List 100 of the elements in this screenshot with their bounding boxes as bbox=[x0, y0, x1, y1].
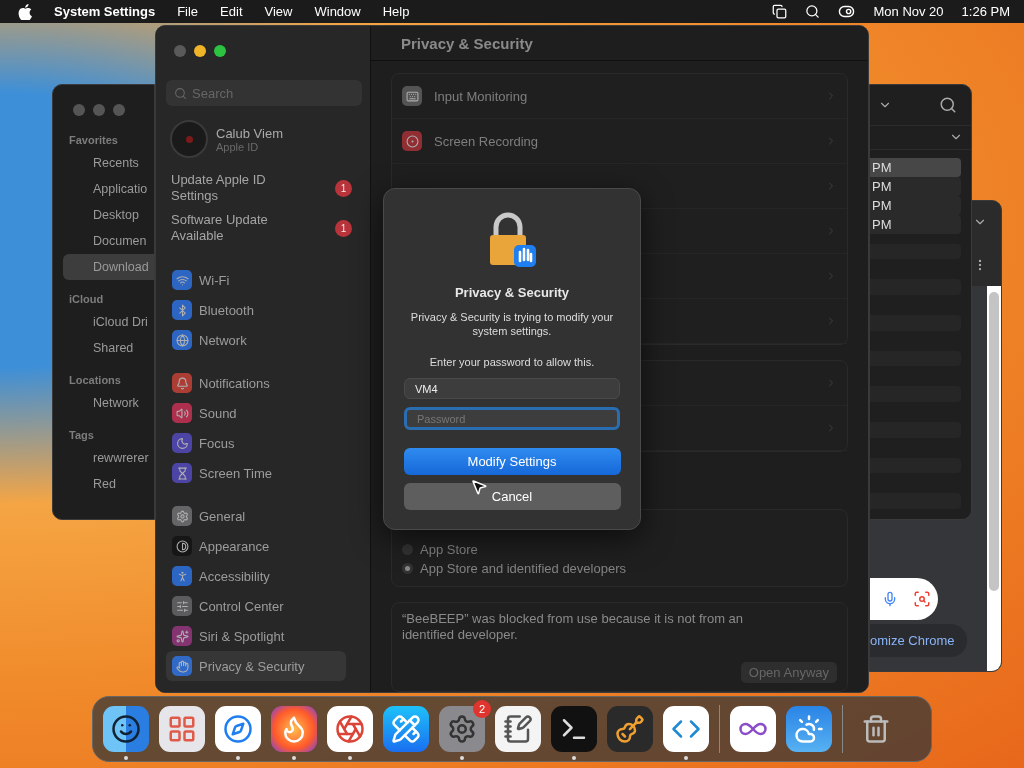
search-icon[interactable] bbox=[939, 95, 957, 114]
contrast-icon bbox=[172, 536, 192, 556]
hourglass-icon bbox=[172, 463, 192, 483]
overlapping-windows-icon[interactable] bbox=[772, 4, 788, 19]
username-field[interactable]: VM4 bbox=[404, 378, 620, 399]
radio-option[interactable]: App Store and identified developers bbox=[402, 559, 837, 578]
pencil-ruler-icon[interactable] bbox=[383, 706, 429, 752]
sidebar-item[interactable]: Sound bbox=[166, 398, 346, 428]
sidebar-item[interactable]: Privacy & Security bbox=[166, 651, 346, 681]
radio-button[interactable] bbox=[402, 563, 413, 574]
keyboard-icon bbox=[402, 86, 422, 106]
sidebar-item[interactable]: Notifications bbox=[166, 368, 346, 398]
menu-item[interactable]: Edit bbox=[220, 4, 243, 19]
globe-icon bbox=[172, 330, 192, 350]
sidebar-item[interactable]: Red bbox=[63, 471, 154, 497]
notification-badge: 2 bbox=[473, 700, 491, 718]
terminal-icon[interactable] bbox=[551, 706, 597, 752]
mouse-pointer-icon bbox=[470, 478, 488, 496]
bluetooth-icon bbox=[172, 300, 192, 320]
sidebar-heading: Favorites bbox=[68, 133, 119, 148]
sparkle-icon bbox=[172, 626, 192, 646]
wifi-icon bbox=[172, 270, 192, 290]
cloud-sun-icon[interactable] bbox=[786, 706, 832, 752]
menu-time[interactable]: 1:26 PM bbox=[961, 4, 1010, 19]
search-box[interactable] bbox=[870, 578, 938, 620]
radio-option[interactable]: App Store bbox=[402, 540, 837, 559]
sidebar-item[interactable]: Download bbox=[63, 254, 154, 280]
notification-badge: 1 bbox=[335, 219, 352, 237]
sidebar-heading: Tags bbox=[68, 428, 95, 443]
modify-settings-button[interactable]: Modify Settings bbox=[403, 448, 621, 475]
menu-item[interactable]: File bbox=[177, 4, 199, 19]
sidebar-item[interactable]: Control Center bbox=[166, 591, 346, 621]
app-grid-icon[interactable] bbox=[159, 706, 205, 752]
settings-row[interactable]: Input Monitoring bbox=[392, 74, 847, 119]
avatar bbox=[170, 120, 208, 158]
scrollbar-thumb[interactable] bbox=[989, 292, 999, 591]
customize-button[interactable]: omize Chrome bbox=[870, 624, 967, 657]
sidebar-heading: Locations bbox=[68, 373, 122, 388]
search-icon bbox=[174, 86, 187, 100]
notification-badge: 1 bbox=[335, 179, 352, 197]
search-icon[interactable] bbox=[805, 4, 821, 19]
sidebar-item[interactable]: rewwrerer bbox=[63, 445, 154, 471]
list-row[interactable]: PM bbox=[870, 195, 961, 215]
flame-icon[interactable] bbox=[271, 706, 317, 752]
bell-icon bbox=[172, 373, 192, 393]
sliders-icon bbox=[172, 596, 192, 616]
person-icon bbox=[172, 566, 192, 586]
infinity-icon[interactable] bbox=[730, 706, 776, 752]
dialog-title: Privacy & Security bbox=[454, 285, 570, 300]
record-icon bbox=[402, 131, 422, 151]
sidebar-item[interactable]: Siri & Spotlight bbox=[166, 621, 346, 651]
alert-item[interactable]: Update Apple ID Settings bbox=[171, 172, 291, 204]
list-row[interactable]: PM bbox=[870, 214, 961, 234]
sidebar-item[interactable]: Desktop bbox=[63, 202, 154, 228]
compass-icon[interactable] bbox=[215, 706, 261, 752]
sidebar-item[interactable]: Appearance bbox=[166, 531, 346, 561]
account-subtitle: Apple ID bbox=[216, 140, 260, 153]
dialog-prompt: Enter your password to allow this. bbox=[429, 355, 595, 369]
gear-icon[interactable] bbox=[439, 706, 485, 752]
hand-icon bbox=[172, 656, 192, 676]
cancel-button[interactable]: Cancel bbox=[403, 483, 621, 510]
alert-item[interactable]: Software Update Available bbox=[171, 212, 291, 244]
code-icon[interactable] bbox=[663, 706, 709, 752]
sidebar-item[interactable]: Bluetooth bbox=[166, 295, 346, 325]
app-menu[interactable]: System Settings bbox=[54, 4, 156, 19]
menu-date[interactable]: Mon Nov 20 bbox=[873, 4, 944, 19]
speaker-icon bbox=[172, 403, 192, 423]
settings-row[interactable]: Screen Recording bbox=[392, 119, 847, 164]
blocked-message: “BeeBEEP” was blocked from use because it is not from an identified developer. bbox=[402, 611, 745, 643]
notepad-icon[interactable] bbox=[495, 706, 541, 752]
password-field[interactable]: Password bbox=[404, 407, 620, 430]
list-row[interactable]: PM bbox=[870, 157, 961, 177]
menu-item[interactable]: Window bbox=[314, 4, 361, 19]
sidebar-item[interactable]: Accessibility bbox=[166, 561, 346, 591]
dialog-message: Privacy & Security is trying to modify your system settings. bbox=[409, 310, 615, 338]
moon-icon bbox=[172, 433, 192, 453]
sidebar-item[interactable]: General bbox=[166, 501, 346, 531]
sidebar-item[interactable]: Recents bbox=[63, 150, 154, 176]
sidebar-heading: iCloud bbox=[68, 292, 105, 307]
sidebar-item[interactable]: Network bbox=[63, 390, 154, 416]
aperture-icon[interactable] bbox=[327, 706, 373, 752]
account-name[interactable]: Calub Viem bbox=[216, 125, 283, 141]
smiling-face-icon[interactable] bbox=[103, 706, 149, 752]
sidebar-item[interactable]: Focus bbox=[166, 428, 346, 458]
menu-item[interactable]: View bbox=[264, 4, 293, 19]
menu-item[interactable]: Help bbox=[382, 4, 410, 19]
sidebar-item[interactable]: Network bbox=[166, 325, 346, 355]
sidebar-item[interactable]: Screen Time bbox=[166, 458, 346, 488]
sidebar-item[interactable]: iCloud Dri bbox=[63, 309, 154, 335]
sidebar-item[interactable]: Shared bbox=[63, 335, 154, 361]
page-title: Privacy & Security bbox=[401, 34, 533, 52]
lens-icon[interactable] bbox=[912, 590, 931, 608]
toggles-icon[interactable] bbox=[838, 3, 856, 20]
list-row[interactable]: PM bbox=[870, 176, 961, 196]
apple-logo-icon[interactable] bbox=[18, 3, 32, 20]
sidebar-item[interactable]: Wi-Fi bbox=[166, 265, 346, 295]
gear-icon bbox=[172, 506, 192, 526]
sidebar-item[interactable]: Applicatio bbox=[63, 176, 154, 202]
guitar-icon[interactable] bbox=[607, 706, 653, 752]
sidebar-item[interactable]: Documen bbox=[63, 228, 154, 254]
